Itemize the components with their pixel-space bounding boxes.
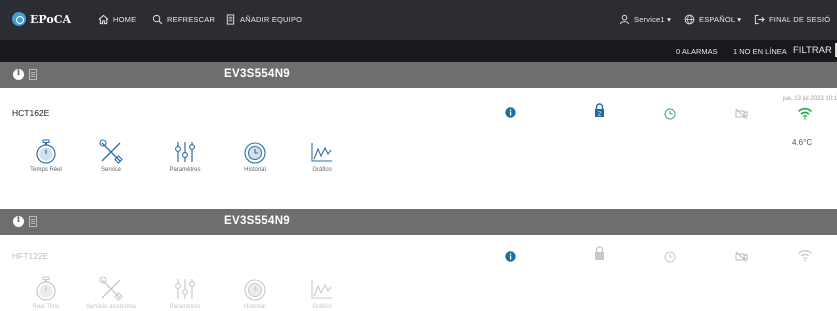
tools-icon [99,276,123,301]
user-menu[interactable]: Service1 ▾ [619,14,671,25]
device-card-header: EV3S554N9 [0,62,837,88]
line-chart-icon [311,280,332,299]
camera-off-icon[interactable] [735,108,748,119]
tile-history[interactable]: Historial [225,139,285,173]
clock-icon [664,251,676,263]
logout-label: FINAL DE SESIÓ [769,15,831,24]
tile-service-label: Servicio asistencia [86,304,136,310]
clock-icon[interactable] [664,108,676,120]
nav-refresh-label: REFRESCAR [167,15,216,24]
tile-chart[interactable]: Gráfico [292,139,352,173]
tile-history: Historial [225,276,285,310]
info-icon[interactable] [505,251,516,262]
camera-off-icon [735,251,748,262]
nav-add-device[interactable]: AÑADIR EQUIPO [225,14,302,25]
line-chart-icon [311,143,332,162]
status-filter-bar: 0 ALARMAS 1 NO EN LÍNEA FILTRAR [0,40,837,62]
tile-real-time-label: Real Time [32,304,60,310]
tile-parameters-label: Paramètres [169,167,201,173]
user-menu-label: Service1 ▾ [634,15,672,24]
tile-parameters[interactable]: Paramètres [155,139,215,173]
document-icon[interactable] [29,216,37,227]
logout-button[interactable]: FINAL DE SESIÓ [754,14,830,25]
device-model: HCT162E [12,108,50,118]
tile-service-label: Service [100,167,121,173]
temperature-readout: 4.6°C [792,138,813,147]
last-update-timestamp: jue, 13 jul 2023 10:1 [782,96,837,102]
tile-chart: Gráfico [292,276,352,310]
device-card-header: EV3S554N9 [0,209,837,235]
tile-parameters-label: Parámetros [169,304,201,310]
device-serial: EV3S554N9 [224,68,290,80]
home-icon [98,14,109,25]
device-serial: EV3S554N9 [224,215,290,227]
sliders-icon [175,142,195,162]
info-icon[interactable] [13,68,24,80]
lock-icon [595,246,604,260]
offline-count[interactable]: 1 NO EN LÍNEA [733,47,787,56]
app-logo[interactable]: EPoCA [12,12,71,26]
tile-real-time[interactable]: Temps Réel [16,139,76,173]
user-icon [619,14,630,25]
logo-icon [12,12,26,26]
info-icon[interactable] [505,107,516,118]
language-menu[interactable]: ESPAÑOL ▾ [684,14,741,25]
nav-home[interactable]: HOME [98,14,136,25]
tile-real-time-label: Temps Réel [30,167,62,173]
sliders-icon [175,279,195,299]
filter-button[interactable]: FILTRAR [793,45,832,56]
wifi-icon [797,250,813,262]
stopwatch-icon [36,139,56,164]
nav-add-device-label: AÑADIR EQUIPO [240,15,303,24]
info-icon[interactable] [13,215,24,227]
search-refresh-icon [152,14,163,25]
language-menu-label: ESPAÑOL ▾ [699,15,742,24]
tile-service: Servicio asistencia [81,276,141,310]
document-icon[interactable] [29,69,37,80]
nav-home-label: HOME [113,15,137,24]
brand-name: EPoCA [30,12,71,26]
tile-history-label: Historial [244,304,266,310]
top-navigation-bar: EPoCA HOME REFRESCAR AÑADIR EQUIPO Servi… [0,0,837,40]
tools-icon [99,139,123,164]
logout-icon [754,14,765,25]
tile-history-label: Historial [244,167,266,173]
lock-icon[interactable]: 2 [594,103,605,118]
device-model: HFT122E [12,251,49,261]
history-icon [244,279,266,301]
tile-parameters: Parámetros [155,276,215,310]
history-icon [244,142,266,164]
tile-real-time: Real Time [16,276,76,310]
tile-chart-label: Gráfico [312,304,332,310]
stopwatch-icon [36,276,56,301]
device-icon [226,14,235,25]
alarms-count[interactable]: 0 ALARMAS [676,47,718,56]
globe-icon [684,14,695,25]
wifi-icon[interactable] [797,107,813,120]
nav-refresh[interactable]: REFRESCAR [152,14,215,25]
tile-chart-label: Gráfico [312,167,332,173]
tile-service[interactable]: Service [81,139,141,173]
